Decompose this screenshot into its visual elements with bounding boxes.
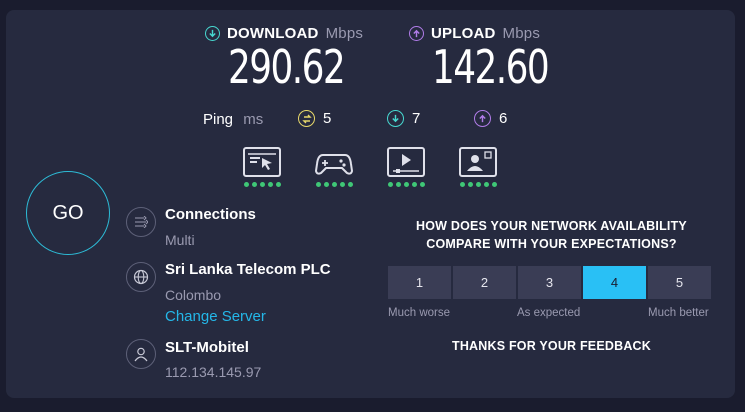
rating-option-2[interactable]: 2 [453, 266, 516, 299]
globe-icon [126, 262, 156, 292]
video-streaming-icon [387, 147, 425, 177]
video-call-tile[interactable] [459, 147, 497, 187]
survey-question: HOW DOES YOUR NETWORK AVAILABILITY COMPA… [388, 217, 715, 253]
isp-name: SLT-Mobitel [165, 339, 249, 356]
user-icon [126, 339, 156, 369]
download-value: 290.62 [228, 40, 346, 94]
video-call-rating-dots [459, 182, 497, 187]
browsing-tile[interactable] [243, 147, 281, 187]
ping-unit: ms [243, 111, 264, 128]
connections-value: Multi [165, 232, 195, 248]
idle-latency-icon [298, 110, 315, 127]
video-call-icon [459, 147, 497, 177]
gaming-tile[interactable] [314, 147, 354, 187]
ping-label: Ping ms [203, 111, 263, 128]
server-city: Colombo [165, 287, 222, 303]
ping-idle: 5 [298, 110, 331, 127]
survey-question-line2: COMPARE WITH YOUR EXPECTATIONS? [426, 237, 677, 251]
ping-upload-value: 6 [499, 110, 508, 127]
ping-idle-value: 5 [323, 110, 332, 127]
ping-label-text: Ping [203, 111, 234, 128]
upload-arrow-icon [409, 26, 424, 41]
browsing-rating-dots [243, 182, 281, 187]
connections-title: Connections [165, 206, 256, 223]
scale-low-label: Much worse [388, 307, 450, 319]
ping-download: 7 [387, 110, 420, 127]
rating-scale: 1 2 3 4 5 [388, 266, 711, 299]
upload-value: 142.60 [432, 40, 550, 94]
download-arrow-icon [205, 26, 220, 41]
rating-option-4[interactable]: 4 [583, 266, 646, 299]
rating-option-3[interactable]: 3 [518, 266, 581, 299]
isp-ip: 112.134.145.97 [165, 364, 262, 380]
go-button[interactable]: GO [26, 171, 110, 255]
rating-option-1[interactable]: 1 [388, 266, 451, 299]
download-latency-icon [387, 110, 404, 127]
ping-download-value: 7 [412, 110, 421, 127]
rating-option-5[interactable]: 5 [648, 266, 711, 299]
video-rating-dots [387, 182, 425, 187]
video-streaming-tile[interactable] [387, 147, 425, 187]
scale-mid-label: As expected [517, 307, 581, 319]
gaming-icon [314, 147, 354, 177]
upload-latency-icon [474, 110, 491, 127]
gaming-rating-dots [315, 182, 353, 187]
browsing-icon [243, 147, 281, 177]
survey-question-line1: HOW DOES YOUR NETWORK AVAILABILITY [416, 219, 687, 233]
connections-icon[interactable] [126, 207, 156, 237]
change-server-link[interactable]: Change Server [165, 308, 266, 325]
feedback-thanks: THANKS FOR YOUR FEEDBACK [451, 339, 652, 353]
server-name: Sri Lanka Telecom PLC [165, 261, 331, 278]
ping-upload: 6 [474, 110, 507, 127]
scale-high-label: Much better [648, 307, 709, 319]
